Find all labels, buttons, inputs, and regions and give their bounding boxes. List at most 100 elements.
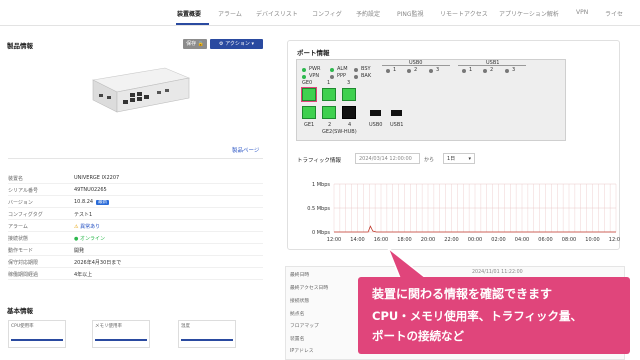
port-1[interactable] — [322, 88, 336, 101]
y-tick-label: 0.5 Mbps — [307, 206, 330, 212]
port-ge1-label: GE1 — [304, 122, 315, 128]
info-row-serial: シリアル番号 49TNU02265 — [8, 184, 263, 196]
row-value: 10.8.24 最新 — [74, 199, 110, 205]
led-bsy — [354, 68, 358, 72]
x-tick-label: 18:00 — [397, 237, 411, 243]
detail-row-label: IPアドレス — [290, 349, 314, 354]
port-ge2-label: GE2(SW-HUB) — [322, 129, 357, 135]
port-2[interactable] — [322, 106, 336, 119]
detail-row-label: 拠点名 — [290, 312, 305, 317]
usb0-led-3 — [429, 69, 433, 73]
port-ge1[interactable] — [302, 106, 316, 119]
action-dropdown-button[interactable]: ⚙ アクション ▾ — [210, 39, 263, 49]
temperature-line — [181, 339, 233, 341]
x-tick-label: 14:00 — [350, 237, 364, 243]
led-alm-label: ALM — [337, 66, 348, 72]
usb1-led-2-label: 2 — [490, 67, 494, 73]
info-row-connection: 接続状態 ● オンライン — [8, 232, 263, 244]
led-pwr-label: PWR — [309, 66, 321, 72]
x-tick-label: 02:00 — [491, 237, 505, 243]
tab-license[interactable]: ライセ — [605, 9, 623, 18]
cpu-usage-chart: CPU使用率 — [8, 320, 66, 348]
port-info-title: ポート情報 — [297, 49, 330, 57]
active-tab-indicator — [176, 23, 209, 25]
memory-usage-chart: メモリ使用率 — [92, 320, 150, 348]
product-page-link[interactable]: 製品ページ — [232, 146, 259, 154]
chevron-down-icon: ▾ — [468, 156, 471, 162]
cpu-line — [11, 339, 63, 341]
usb0-led-2-label: 2 — [414, 67, 418, 73]
usb1-led-1-label: 1 — [469, 67, 473, 73]
save-button[interactable]: 保存 🔒 — [183, 39, 207, 49]
row-value: 2026年4月30日まで — [74, 260, 122, 266]
usb1-port[interactable] — [391, 110, 402, 116]
temperature-chart: 温度 — [178, 320, 236, 348]
port-3-label: 3 — [347, 80, 351, 86]
tab-remote-access[interactable]: リモートアクセス — [440, 9, 488, 18]
traffic-info-title: トラフィック情報 — [297, 158, 341, 164]
usb1-header-line — [458, 65, 526, 66]
usb0-led-1-label: 1 — [393, 67, 397, 73]
port-4-label: 4 — [348, 122, 352, 128]
callout-pointer — [386, 245, 429, 279]
row-label: アラーム — [8, 224, 28, 230]
tab-overview[interactable]: 装置概要 — [177, 9, 201, 18]
usb1-led-3 — [505, 69, 509, 73]
row-label: 保守対応期限 — [8, 260, 39, 266]
tab-ping-monitor[interactable]: PING監視 — [397, 9, 424, 18]
usb0-led-3-label: 3 — [436, 67, 440, 73]
port-1-label: 1 — [327, 80, 331, 86]
detail-row-label: 最終日時 — [290, 273, 310, 278]
memory-line — [95, 339, 147, 341]
row-label: バージョン — [8, 200, 33, 206]
from-label: から — [424, 157, 435, 163]
tab-app-analysis[interactable]: アプリケーション解析 — [499, 9, 559, 18]
detail-row-label: 接続状態 — [290, 299, 310, 304]
callout-line-1: 装置に関わる情報を確認できます — [372, 287, 553, 301]
row-value: 4年以上 — [74, 272, 93, 278]
range-value: 1日 — [447, 156, 456, 162]
port-ge0[interactable] — [301, 87, 317, 102]
detail-date-value: 2024/11/01 11:22:00 — [472, 270, 523, 275]
usb1-led-3-label: 3 — [512, 67, 516, 73]
latest-badge: 最新 — [96, 200, 110, 205]
online-status: オンライン — [79, 236, 105, 242]
tab-vpn[interactable]: VPN — [576, 9, 588, 16]
row-label: コンフィグタグ — [8, 212, 43, 218]
led-alm — [330, 68, 334, 72]
usb0-port[interactable] — [370, 110, 381, 116]
datetime-input[interactable]: 2024/03/14 12:00:00 — [355, 153, 420, 164]
tab-device-list[interactable]: デバイスリスト — [256, 9, 298, 18]
tab-config[interactable]: コンフィグ — [312, 9, 342, 18]
port-3[interactable] — [342, 88, 356, 101]
usb0-led-1 — [386, 69, 390, 73]
tab-alarm[interactable]: アラーム — [218, 9, 242, 18]
usb1-led-1 — [462, 69, 466, 73]
x-tick-label: 22:00 — [444, 237, 458, 243]
port-2-label: 2 — [328, 122, 332, 128]
alarm-link[interactable]: 異常あり — [80, 224, 100, 230]
info-row-alarm: アラーム ⚠ 異常あり — [8, 220, 263, 232]
range-select[interactable]: 1日 ▾ — [443, 153, 475, 164]
led-vpn-label: VPN — [309, 73, 320, 79]
port-4[interactable] — [342, 106, 356, 119]
usb0-label: USB0 — [369, 122, 383, 128]
info-row-config-tag: コンフィグタグ テスト1 — [8, 208, 263, 220]
warning-icon: ⚠ — [74, 224, 79, 230]
callout-line-2: CPU・メモリ使用率、トラフィック量、 — [372, 309, 582, 323]
x-tick-label: 00:00 — [468, 237, 482, 243]
basic-info-title: 基本情報 — [7, 307, 33, 315]
x-tick-label: 06:00 — [538, 237, 552, 243]
y-tick-label: 0 Mbps — [312, 230, 330, 236]
tab-schedule[interactable]: 予約設定 — [356, 9, 380, 18]
row-value: UNIVERGE IX2207 — [74, 175, 120, 181]
usb0-header-line — [382, 65, 450, 66]
x-tick-label: 16:00 — [374, 237, 388, 243]
led-ppp-label: PPP — [337, 73, 347, 79]
led-bsy-label: BSY — [361, 66, 371, 72]
usb1-led-2 — [483, 69, 487, 73]
led-bak — [354, 75, 358, 79]
y-tick-label: 1 Mbps — [312, 182, 330, 188]
row-value: 開発 — [74, 248, 85, 254]
top-navigation: 装置概要 アラーム デバイスリスト コンフィグ 予約設定 PING監視 リモート… — [0, 0, 640, 26]
